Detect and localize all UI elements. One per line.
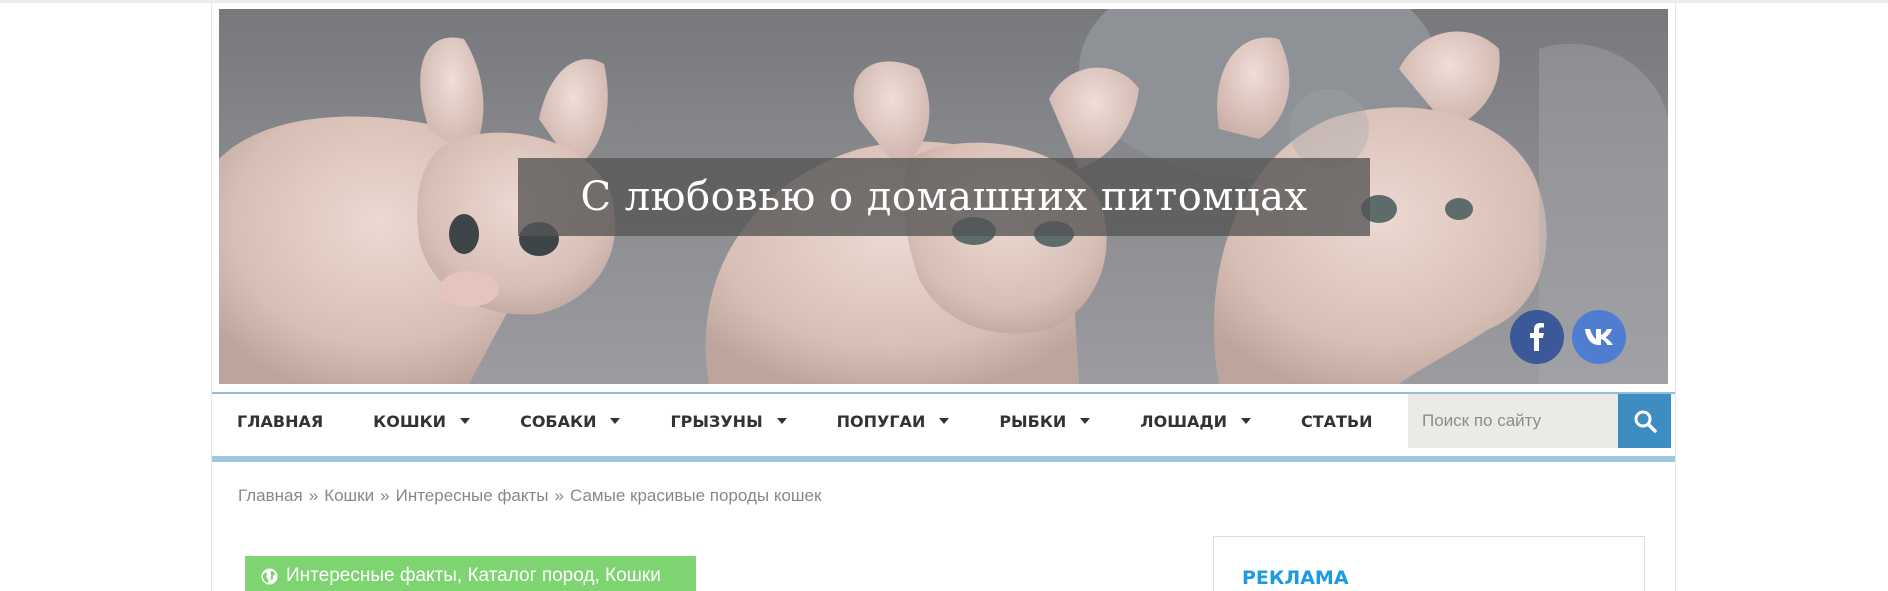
site-title-box: С любовью о домашних питомцах (518, 158, 1370, 236)
nav-item-articles[interactable]: СТАТЬИ (1276, 394, 1398, 448)
nav-item-label: РЫБКИ (999, 411, 1067, 431)
nav-item-label: ПОПУГАИ (836, 411, 926, 431)
nav-menu: ГЛАВНАЯ КОШКИ СОБАКИ ГРЫЗУНЫ ПОПУГАИ РЫБКИ ЛОШ… (212, 394, 1398, 448)
post-categories-link[interactable]: Интересные факты, Каталог пород, Кошки (286, 565, 661, 587)
site-title[interactable]: С любовью о домашних питомцах (580, 174, 1307, 220)
nav-item-label: ЛОШАДИ (1140, 411, 1227, 431)
search-icon (1634, 410, 1657, 433)
nav-item-label: ГЛАВНАЯ (237, 411, 324, 431)
breadcrumb-home[interactable]: Главная (238, 486, 303, 505)
caret-down-icon (610, 418, 621, 424)
vk-icon (1585, 329, 1613, 345)
search-button[interactable] (1618, 394, 1671, 448)
nav-item-rodents[interactable]: ГРЫЗУНЫ (645, 394, 811, 448)
caret-down-icon (1080, 418, 1091, 424)
nav-item-parrots[interactable]: ПОПУГАИ (812, 394, 975, 448)
nav-item-home[interactable]: ГЛАВНАЯ (212, 394, 348, 448)
nav-item-label: ГРЫЗУНЫ (670, 411, 763, 431)
breadcrumb-current: Самые красивые породы кошек (570, 486, 822, 505)
facebook-button[interactable] (1510, 310, 1564, 364)
search-input[interactable] (1408, 394, 1618, 448)
breadcrumb-interesting-facts[interactable]: Интересные факты (396, 486, 549, 505)
nav-item-label: СТАТЬИ (1300, 411, 1373, 431)
ad-widget-title: РЕКЛАМА (1242, 567, 1612, 591)
nav-item-cats[interactable]: КОШКИ (348, 394, 495, 448)
breadcrumb: Главная » Кошки » Интересные факты » Самые кра… (238, 486, 821, 506)
nav-item-horses[interactable]: ЛОШАДИ (1115, 394, 1276, 448)
sidebar-ad-widget: РЕКЛАМА (1213, 536, 1645, 591)
caret-down-icon (776, 418, 787, 424)
search-form (1408, 394, 1671, 448)
main-navigation: ГЛАВНАЯ КОШКИ СОБАКИ ГРЫЗУНЫ ПОПУГАИ РЫБКИ ЛОШ… (212, 392, 1675, 462)
breadcrumb-separator: » (380, 486, 390, 505)
post-categories-tag: Интересные факты, Каталог пород, Кошки (245, 556, 696, 591)
globe-icon (261, 567, 278, 585)
page-container: С любовью о домашних питомцах ГЛАВНАЯ КОШ… (211, 3, 1676, 591)
nav-item-label: СОБАКИ (520, 411, 597, 431)
breadcrumb-separator: » (554, 486, 564, 505)
caret-down-icon (939, 418, 950, 424)
caret-down-icon (460, 418, 471, 424)
breadcrumb-separator: » (308, 486, 319, 505)
facebook-icon (1530, 323, 1544, 351)
breadcrumb-cats[interactable]: Кошки (324, 486, 374, 505)
vk-button[interactable] (1572, 310, 1626, 364)
nav-item-fish[interactable]: РЫБКИ (974, 394, 1115, 448)
header-banner: С любовью о домашних питомцах (219, 9, 1668, 384)
nav-item-label: КОШКИ (373, 411, 447, 431)
caret-down-icon (1240, 418, 1251, 424)
nav-item-dogs[interactable]: СОБАКИ (495, 394, 645, 448)
